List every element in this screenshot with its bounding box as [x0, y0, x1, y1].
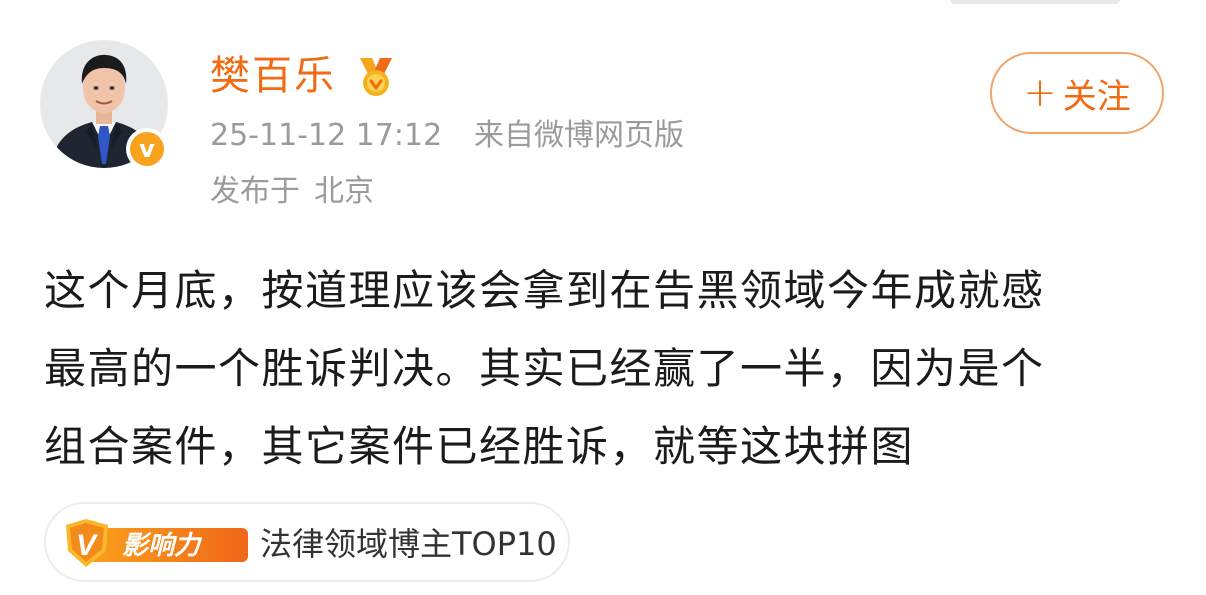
influence-badge-icon: V 影响力: [66, 519, 248, 567]
plus-icon: +: [1023, 70, 1057, 116]
post-text-line: 组合案件，其它案件已经胜诉，就等这块拼图: [44, 422, 915, 471]
top-edge-strip: [950, 0, 1120, 4]
post-location: 发布于 北京: [210, 172, 374, 212]
weibo-post-card: v 樊百乐 25-11-12 17:12 来自微博网页版 发布于 北京 + 关注 …: [0, 0, 1206, 595]
post-text: 这个月底，按道理应该会拿到在告黑领域今年成就感 最高的一个胜诉判决。其实已经赢了…: [44, 252, 1164, 486]
follow-button-label: 关注: [1062, 76, 1131, 117]
follow-button[interactable]: + 关注: [990, 52, 1164, 134]
post-timestamp: 25-11-12 17:12: [210, 118, 443, 153]
location-value: 北京: [314, 174, 374, 209]
influence-tag-text: 法律领域博主TOP10: [260, 525, 557, 563]
verified-badge-mark: v: [130, 132, 164, 166]
location-label: 发布于: [210, 174, 300, 209]
post-source[interactable]: 来自微博网页版: [474, 116, 684, 156]
influence-badge-label: 影响力: [122, 531, 203, 561]
influence-badge-letter: V: [76, 529, 99, 562]
post-text-line: 最高的一个胜诉判决。其实已经赢了一半，因为是个: [44, 344, 1045, 393]
verified-badge-icon: v: [126, 128, 168, 170]
influence-tag[interactable]: V 影响力 法律领域博主TOP10: [44, 502, 570, 582]
post-text-line: 这个月底，按道理应该会拿到在告黑领域今年成就感: [44, 266, 1045, 315]
medal-icon[interactable]: [354, 56, 398, 98]
author-name[interactable]: 樊百乐: [210, 50, 336, 102]
